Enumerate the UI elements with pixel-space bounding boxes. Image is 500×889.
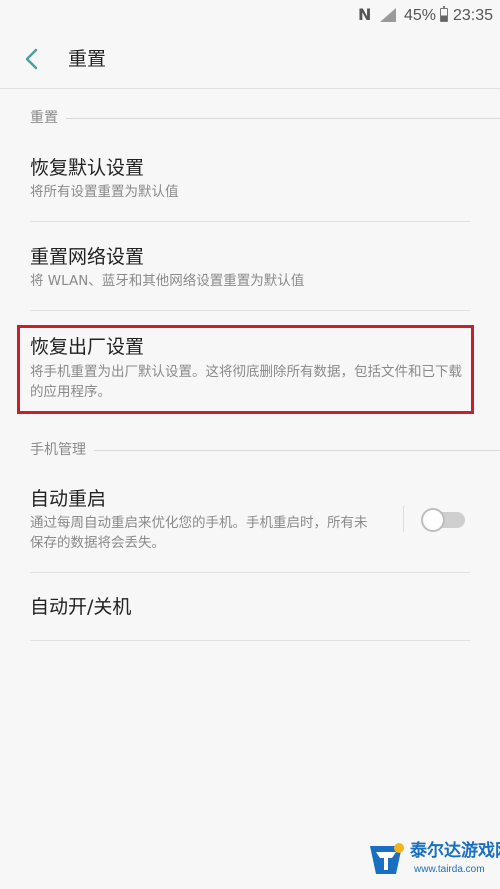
status-bar: N 45% 23:35 [0, 0, 500, 34]
highlight-box [17, 325, 474, 414]
page-title: 重置 [68, 48, 107, 70]
section-label: 重置 [30, 108, 66, 128]
section-header-phone-management: 手机管理 [30, 440, 500, 460]
divider [30, 572, 470, 573]
nfc-icon: N [358, 5, 372, 24]
item-description: 将 WLAN、蓝牙和其他网络设置重置为默认值 [30, 273, 305, 289]
app-header: 重置 [0, 34, 500, 89]
watermark-logo-icon [370, 843, 404, 874]
section-divider [30, 450, 500, 451]
item-title: 自动重启 [30, 488, 107, 510]
battery-icon [440, 6, 448, 22]
item-title: 重置网络设置 [30, 246, 145, 268]
watermark: 泰尔达游戏网 www.tairda.com [366, 832, 500, 889]
divider [30, 310, 470, 311]
back-button[interactable] [20, 44, 48, 74]
battery-percent: 45% [404, 7, 437, 24]
signal-icon [380, 8, 396, 22]
item-description: 通过每周自动重启来优化您的手机。手机重启时，所有未保存的数据将会丢失。 [30, 515, 368, 551]
section-divider [30, 118, 500, 119]
toggle-separator [403, 506, 404, 532]
watermark-name: 泰尔达游戏网 [410, 841, 500, 861]
toggle-knob [421, 508, 445, 532]
section-label: 手机管理 [30, 440, 94, 460]
item-description: 将所有设置重置为默认值 [30, 184, 179, 200]
status-time: 23:35 [453, 7, 494, 24]
item-title: 自动开/关机 [30, 596, 132, 618]
watermark-url: www.tairda.com [414, 864, 485, 875]
chevron-left-icon [25, 48, 38, 70]
divider [30, 221, 470, 222]
divider [30, 640, 470, 641]
item-title: 恢复默认设置 [30, 157, 145, 179]
section-header-reset: 重置 [30, 108, 500, 128]
list-item-reset-network[interactable]: 重置网络设置 将 WLAN、蓝牙和其他网络设置重置为默认值 [0, 236, 500, 310]
auto-restart-toggle[interactable] [421, 508, 468, 532]
list-item-auto-power[interactable]: 自动开/关机 [0, 580, 500, 640]
list-item-reset-settings[interactable]: 恢复默认设置 将所有设置重置为默认值 [0, 148, 500, 222]
